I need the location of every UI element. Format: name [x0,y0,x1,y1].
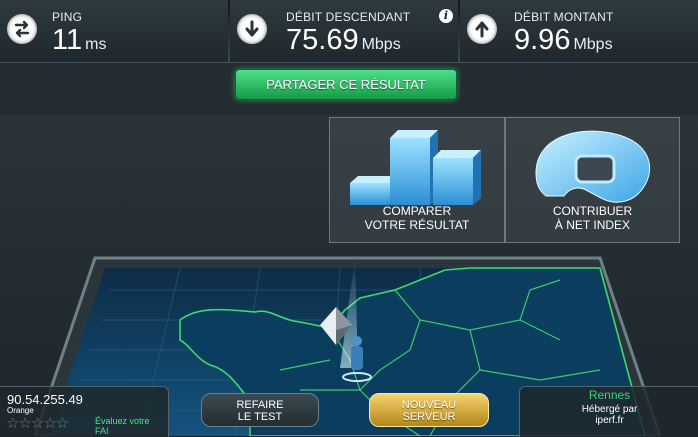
server-info: Rennes Hébergé par iperf.fr [519,386,698,437]
client-info: 90.54.255.49 Orange ☆☆☆☆☆ Évaluez votre F… [0,386,169,437]
ping-label: PING [52,10,83,24]
retest-button[interactable]: REFAIRE LE TEST [201,393,319,427]
ping-arrows-icon [7,14,37,44]
compare-line1: COMPARER [382,204,452,218]
compare-result-panel[interactable]: COMPARER VOTRE RÉSULTAT [329,117,505,243]
download-label: DÉBIT DESCENDANT [286,10,411,24]
contribute-line2: À NET INDEX [554,218,631,232]
ping-unit: ms [85,36,107,53]
new-server-button[interactable]: NOUVEAU SERVEUR [369,393,489,427]
results-bar: PING 11 ms DÉBIT DESCENDANT 75.69 Mbps i D… [0,0,698,63]
rate-isp-link[interactable]: Évaluez votre FAI [95,416,150,436]
compare-line2: VOTRE RÉSULTAT [364,218,470,232]
contribute-line1: CONTRIBUER [552,204,633,218]
download-stat: DÉBIT DESCENDANT 75.69 Mbps [230,0,458,62]
download-unit: Mbps [361,36,401,53]
server-city: Rennes [588,388,631,402]
hosted-by-label: Hébergé par [581,404,638,415]
upload-arrow-icon [467,14,497,44]
upload-label: DÉBIT MONTANT [514,10,614,24]
upload-value: 9.96 [514,24,571,56]
info-icon[interactable]: i [439,9,453,23]
client-ip: 90.54.255.49 [7,392,83,407]
contribute-net-index-panel[interactable]: CONTRIBUER À NET INDEX [505,117,680,243]
upload-stat: DÉBIT MONTANT 9.96 Mbps [460,0,698,62]
upload-unit: Mbps [573,36,613,53]
ping-stat: PING 11 ms [0,0,228,62]
net-index-logo-icon [535,130,651,203]
ping-value: 11 [52,24,83,56]
download-value: 75.69 [286,24,359,56]
share-result-button[interactable]: PARTAGER CE RÉSULTAT [235,69,457,100]
isp-rating-stars[interactable]: ☆☆☆☆☆ [6,414,69,432]
download-arrow-icon [237,14,267,44]
bar-graph-icon [350,130,481,205]
server-host: iperf.fr [595,415,624,426]
